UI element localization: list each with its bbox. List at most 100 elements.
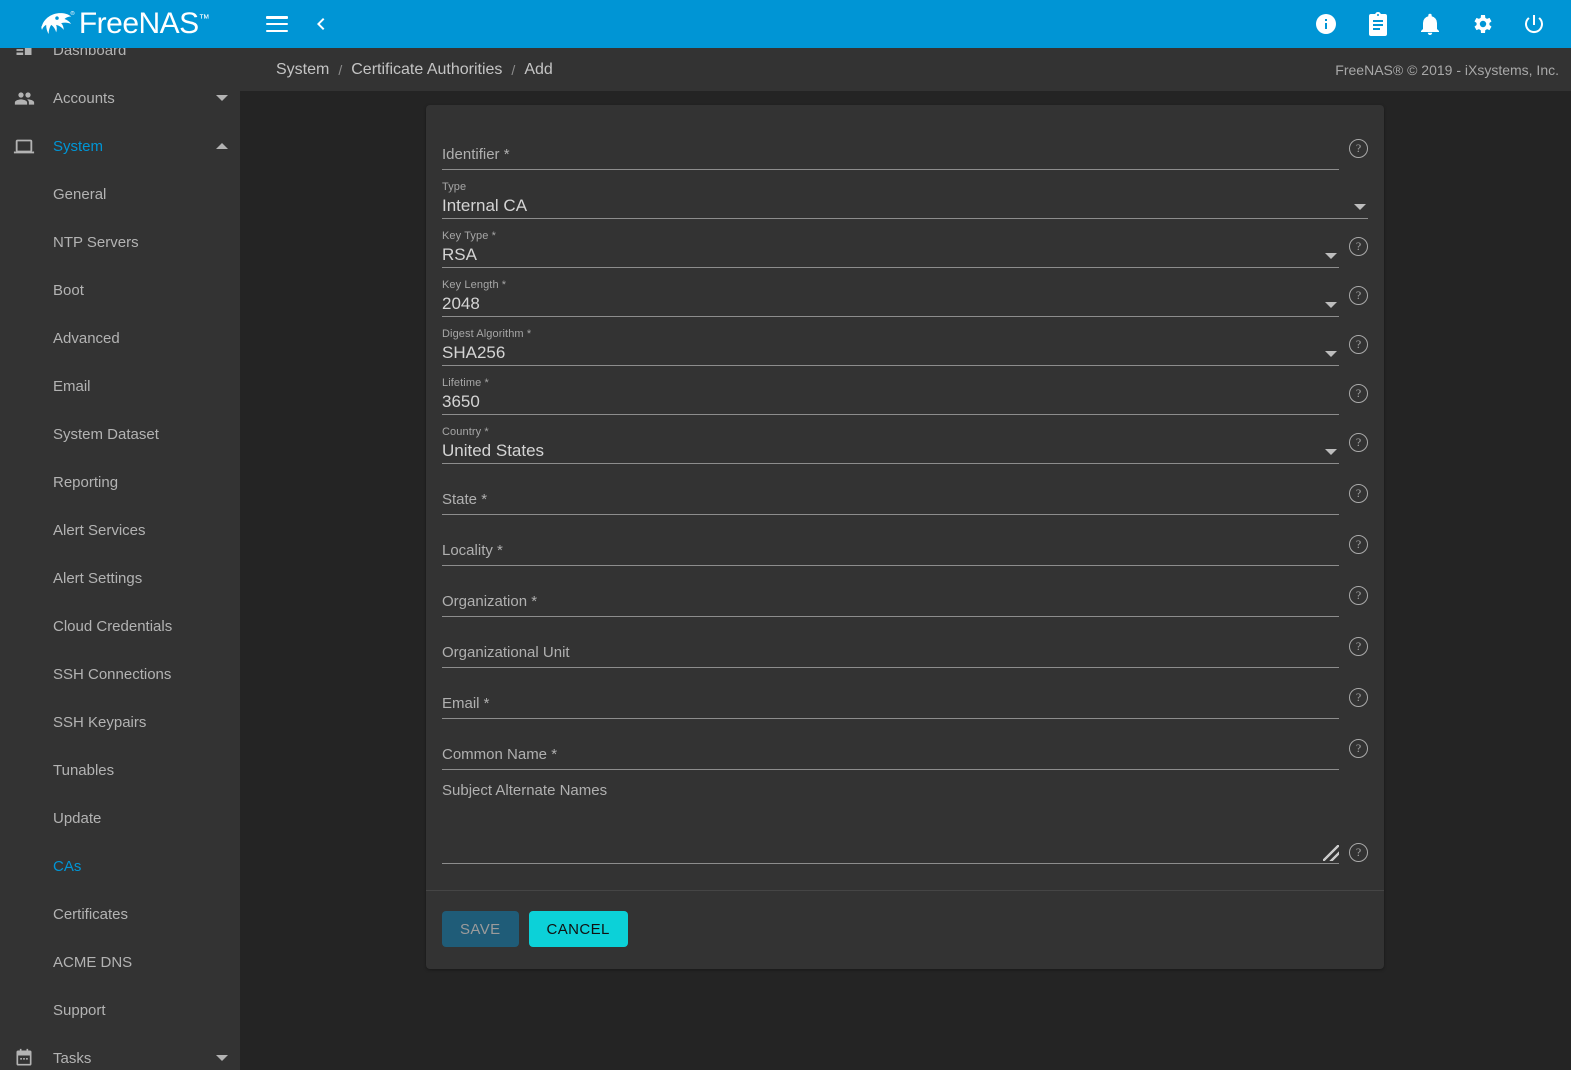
digest-algorithm-value: SHA256 <box>442 343 506 362</box>
email-help-icon[interactable]: ? <box>1349 688 1368 707</box>
sidebar-item-tasks[interactable]: Tasks <box>0 1034 240 1070</box>
key-length-select[interactable]: Key Length * 2048 <box>442 271 1339 317</box>
sidebar-item-system-dataset[interactable]: System Dataset <box>0 410 240 458</box>
subject-alternate-names-help-icon[interactable]: ? <box>1349 843 1368 862</box>
breadcrumb-separator: / <box>511 61 516 78</box>
country-help-icon[interactable]: ? <box>1349 433 1368 452</box>
textarea-resize-handle[interactable] <box>1323 845 1339 861</box>
chevron-down-icon[interactable] <box>1325 253 1337 259</box>
state-field[interactable]: State * <box>442 469 1339 515</box>
form-row-subject-alternate-names: Subject Alternate Names ? <box>442 770 1368 864</box>
organizational-unit-field[interactable]: Organizational Unit <box>442 622 1339 668</box>
organizational-unit-help-icon[interactable]: ? <box>1349 637 1368 656</box>
power-icon[interactable] <box>1519 9 1549 39</box>
sidebar-item-boot[interactable]: Boot <box>0 266 240 314</box>
freenas-app-window: ® FreeNAS™ Dashboard Accounts System Gen… <box>0 0 1571 1070</box>
type-value: Internal CA <box>442 196 528 215</box>
identifier-help-icon[interactable]: ? <box>1349 139 1368 158</box>
chevron-down-icon[interactable] <box>1325 449 1337 455</box>
sidebar-label: Accounts <box>53 89 115 107</box>
sidebar-item-certificates[interactable]: Certificates <box>0 890 240 938</box>
chevron-down-icon[interactable] <box>1354 204 1366 210</box>
digest-algorithm-select[interactable]: Digest Algorithm * SHA256 <box>442 320 1339 366</box>
common-name-help-icon[interactable]: ? <box>1349 739 1368 758</box>
key-type-value: RSA <box>442 245 477 264</box>
people-icon <box>0 88 48 109</box>
key-length-help-icon[interactable]: ? <box>1349 286 1368 305</box>
key-type-help-icon[interactable]: ? <box>1349 237 1368 256</box>
sidebar-label: Reporting <box>53 473 119 491</box>
key-type-select[interactable]: Key Type * RSA <box>442 222 1339 268</box>
brand-name: FreeNAS™ <box>78 7 210 40</box>
sidebar-label: System <box>53 137 104 155</box>
form-actions: SAVE CANCEL <box>426 891 1384 969</box>
locality-help-icon[interactable]: ? <box>1349 535 1368 554</box>
type-select[interactable]: Type Internal CA <box>442 173 1368 219</box>
breadcrumb-separator: / <box>338 61 343 78</box>
sidebar-label: General <box>53 185 107 203</box>
info-icon[interactable] <box>1311 9 1341 39</box>
sidebar-item-dashboard[interactable]: Dashboard <box>0 48 240 74</box>
sidebar-label: Tunables <box>53 761 115 779</box>
organization-field[interactable]: Organization * <box>442 571 1339 617</box>
country-value: United States <box>442 441 545 460</box>
sidebar-item-ssh-keypairs[interactable]: SSH Keypairs <box>0 698 240 746</box>
sidebar-item-ntp-servers[interactable]: NTP Servers <box>0 218 240 266</box>
locality-field[interactable]: Locality * <box>442 520 1339 566</box>
form-row-lifetime: Lifetime * 3650 ? <box>442 366 1368 415</box>
chevron-down-icon[interactable] <box>204 95 240 101</box>
common-name-field[interactable]: Common Name * <box>442 724 1339 770</box>
sidebar-item-system[interactable]: System <box>0 122 240 170</box>
ca-add-form-card: Identifier * ? Type Internal CA Key Type <box>426 105 1384 969</box>
sidebar-item-acme-dns[interactable]: ACME DNS <box>0 938 240 986</box>
email-field[interactable]: Email * <box>442 673 1339 719</box>
chevron-left-icon[interactable] <box>306 9 336 39</box>
sidebar-label: System Dataset <box>53 425 159 443</box>
sidebar-item-email[interactable]: Email <box>0 362 240 410</box>
sidebar-item-alert-settings[interactable]: Alert Settings <box>0 554 240 602</box>
breadcrumb-item-certificate-authorities[interactable]: Certificate Authorities <box>351 61 502 79</box>
sidebar-item-support[interactable]: Support <box>0 986 240 1034</box>
state-help-icon[interactable]: ? <box>1349 484 1368 503</box>
chevron-down-icon[interactable] <box>1325 302 1337 308</box>
subject-alternate-names-textarea[interactable]: Subject Alternate Names <box>442 776 1339 864</box>
lifetime-field[interactable]: Lifetime * 3650 <box>442 369 1339 415</box>
sidebar-nav[interactable]: Dashboard Accounts System General NTP Se… <box>0 48 240 1070</box>
form-row-digest-algorithm: Digest Algorithm * SHA256 ? <box>442 317 1368 366</box>
chevron-down-icon[interactable] <box>1325 351 1337 357</box>
hamburger-icon[interactable] <box>262 9 292 39</box>
sidebar-item-reporting[interactable]: Reporting <box>0 458 240 506</box>
brand-logo[interactable]: ® FreeNAS™ <box>0 0 240 48</box>
clipboard-icon[interactable] <box>1363 9 1393 39</box>
sidebar-item-advanced[interactable]: Advanced <box>0 314 240 362</box>
sidebar-item-general[interactable]: General <box>0 170 240 218</box>
form-row-state: State * ? <box>442 464 1368 515</box>
bell-icon[interactable] <box>1415 9 1445 39</box>
sidebar-item-ssh-connections[interactable]: SSH Connections <box>0 650 240 698</box>
sidebar-item-tunables[interactable]: Tunables <box>0 746 240 794</box>
cancel-button[interactable]: CANCEL <box>528 911 628 947</box>
save-button[interactable]: SAVE <box>442 911 519 947</box>
sidebar-item-cloud-credentials[interactable]: Cloud Credentials <box>0 602 240 650</box>
organization-help-icon[interactable]: ? <box>1349 586 1368 605</box>
key-type-label: Key Type * <box>442 230 496 242</box>
digest-algorithm-help-icon[interactable]: ? <box>1349 335 1368 354</box>
key-length-value: 2048 <box>442 294 480 313</box>
chevron-up-icon[interactable] <box>204 143 240 149</box>
sidebar-item-update[interactable]: Update <box>0 794 240 842</box>
sidebar-item-cas[interactable]: CAs <box>0 842 240 890</box>
dashboard-icon <box>0 48 48 60</box>
form-row-country: Country * United States ? <box>442 415 1368 464</box>
common-name-label: Common Name * <box>442 746 558 763</box>
sidebar-item-alert-services[interactable]: Alert Services <box>0 506 240 554</box>
country-select[interactable]: Country * United States <box>442 418 1339 464</box>
lifetime-help-icon[interactable]: ? <box>1349 384 1368 403</box>
breadcrumb-item-system[interactable]: System <box>276 61 329 79</box>
sidebar-label: NTP Servers <box>53 233 139 251</box>
sidebar-item-accounts[interactable]: Accounts <box>0 74 240 122</box>
identifier-field[interactable]: Identifier * <box>442 124 1339 170</box>
subject-alternate-names-label: Subject Alternate Names <box>442 782 608 799</box>
svg-text:®: ® <box>70 10 75 17</box>
chevron-down-icon[interactable] <box>204 1055 240 1061</box>
gear-icon[interactable] <box>1467 9 1497 39</box>
